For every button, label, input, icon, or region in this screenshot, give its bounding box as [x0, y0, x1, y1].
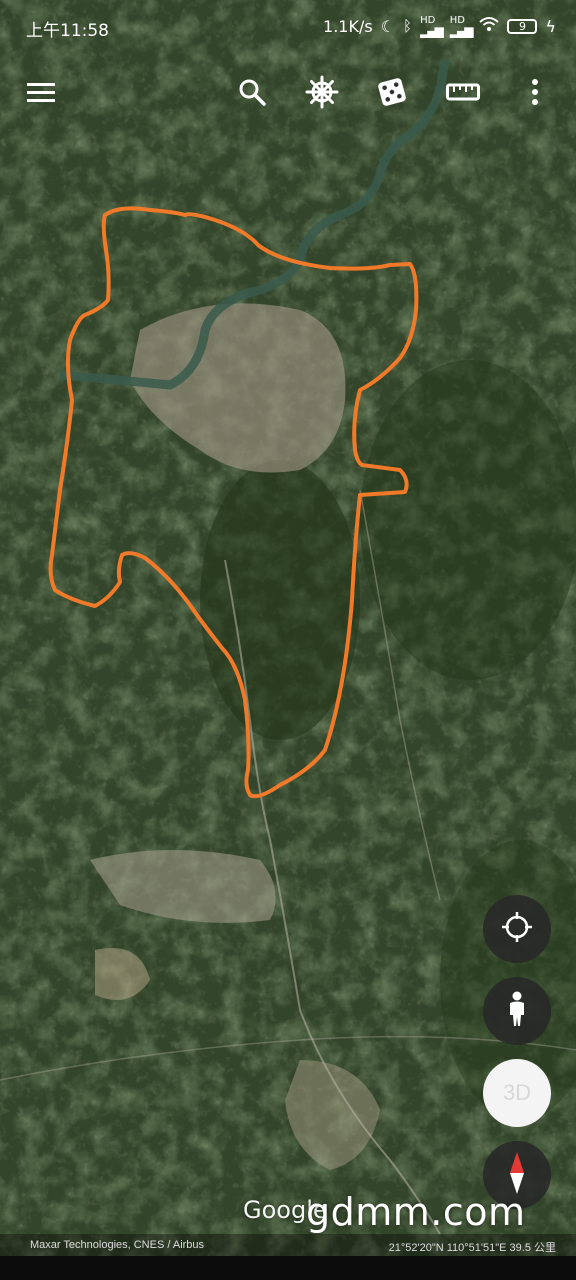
- imagery-attribution: Maxar Technologies, CNES / Airbus: [30, 1239, 205, 1251]
- moon-icon: ☾: [380, 16, 396, 36]
- street-view-button[interactable]: [483, 977, 551, 1045]
- dice-icon[interactable]: [372, 72, 412, 112]
- toolbar: [0, 62, 576, 122]
- wifi-icon: [479, 16, 500, 36]
- attribution-bar: Maxar Technologies, CNES / Airbus 21°52'…: [0, 1234, 576, 1256]
- status-time: 上午11:58: [26, 21, 109, 41]
- ruler-icon[interactable]: [443, 72, 483, 112]
- my-location-button[interactable]: [483, 895, 551, 963]
- status-bar: 上午11:58 1.1K/s ☾ ᛒ HD ▂▄▆ HD ▂▄▆ 9 ϟ: [0, 0, 576, 52]
- watermark: gdmm.com: [306, 1190, 526, 1234]
- more-vertical-icon[interactable]: [515, 72, 555, 112]
- charging-icon: ϟ: [545, 16, 556, 36]
- 3d-toggle-button[interactable]: 3D: [483, 1059, 551, 1127]
- forest-area: [200, 460, 360, 740]
- signal-icon: HD ▂▄▆: [449, 15, 474, 38]
- forest-area: [360, 360, 576, 680]
- menu-icon[interactable]: [21, 72, 61, 112]
- pegman-icon: [505, 991, 529, 1032]
- 3d-label: 3D: [502, 1080, 532, 1105]
- signal-icon: HD ▂▄▆: [420, 15, 444, 38]
- system-nav-bar: [0, 1256, 576, 1280]
- bluetooth-icon: ᛒ: [403, 17, 413, 35]
- my-location-icon: [500, 910, 534, 949]
- ships-wheel-icon[interactable]: [302, 72, 342, 112]
- search-icon[interactable]: [232, 72, 272, 112]
- coordinates-readout: 21°52'20"N 110°51'51"E 39.5 公里: [388, 1242, 556, 1254]
- battery-icon: 9: [507, 18, 538, 34]
- net-speed: 1.1K/s: [323, 16, 373, 36]
